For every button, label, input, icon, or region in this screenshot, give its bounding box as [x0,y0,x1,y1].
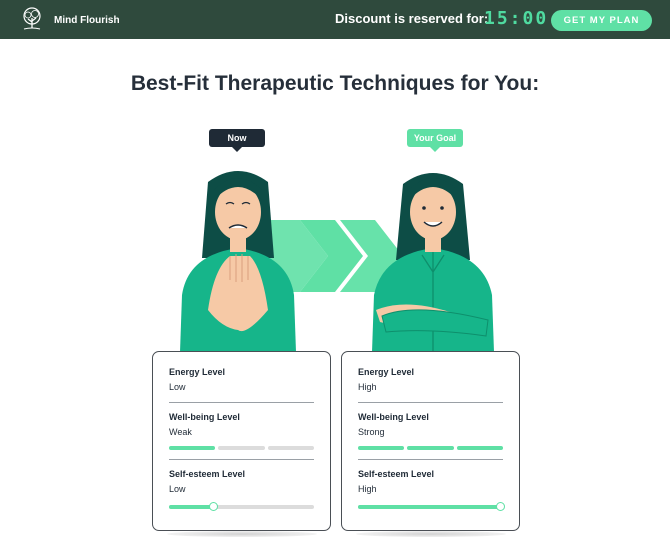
selfesteem-value: High [358,484,377,494]
countdown-timer: 15:00 [484,8,549,29]
brand-name: Mind Flourish [54,14,120,26]
meter-segment [407,446,454,450]
wellbeing-label: Well-being Level [169,412,240,422]
selfesteem-slider [358,502,506,511]
selfesteem-label: Self-esteem Level [358,469,435,479]
slider-knob [496,502,506,511]
wellbeing-meter [169,446,314,450]
page-title: Best-Fit Therapeutic Techniques for You: [130,72,540,95]
slider-fill [169,505,213,509]
goal-tag: Your Goal [407,129,463,152]
wellbeing-value: Weak [169,427,192,437]
slider-fill [358,505,501,509]
selfesteem-label: Self-esteem Level [169,469,246,479]
card-shadow [356,531,506,537]
meter-segment [169,446,216,450]
wellbeing-meter [358,446,503,450]
energy-label: Energy Level [358,367,415,377]
energy-value: High [358,382,377,392]
now-card: Energy Level Low Well-being Level Weak S… [152,351,331,531]
selfesteem-metric: Self-esteem Level Low [169,459,314,518]
meter-segment [267,446,314,450]
energy-label: Energy Level [169,367,226,377]
slider-knob [208,502,218,511]
selfesteem-value: Low [169,484,186,494]
energy-metric: Energy Level Low [169,366,314,402]
wellbeing-metric: Well-being Level Weak [169,402,314,459]
meter-segment [456,446,503,450]
selfesteem-metric: Self-esteem Level High [358,459,506,518]
meter-segment [358,446,405,450]
wellbeing-label: Well-being Level [358,412,429,422]
brand[interactable]: Mind Flourish [18,6,120,34]
goal-card: Energy Level High Well-being Level Stron… [341,351,520,531]
get-my-plan-button[interactable]: GET MY PLAN [551,10,652,31]
energy-metric: Energy Level High [358,366,503,402]
energy-value: Low [169,382,186,392]
now-tag: Now [209,129,265,152]
meter-segment [218,446,265,450]
wellbeing-value: Strong [358,427,385,437]
discount-text: Discount is reserved for: [335,11,489,26]
top-bar: Mind Flourish Discount is reserved for: … [0,0,670,39]
before-after-illustration [180,171,494,352]
selfesteem-slider [169,502,314,511]
card-shadow [167,531,317,537]
wellbeing-metric: Well-being Level Strong [358,402,503,459]
tree-icon [23,7,41,30]
